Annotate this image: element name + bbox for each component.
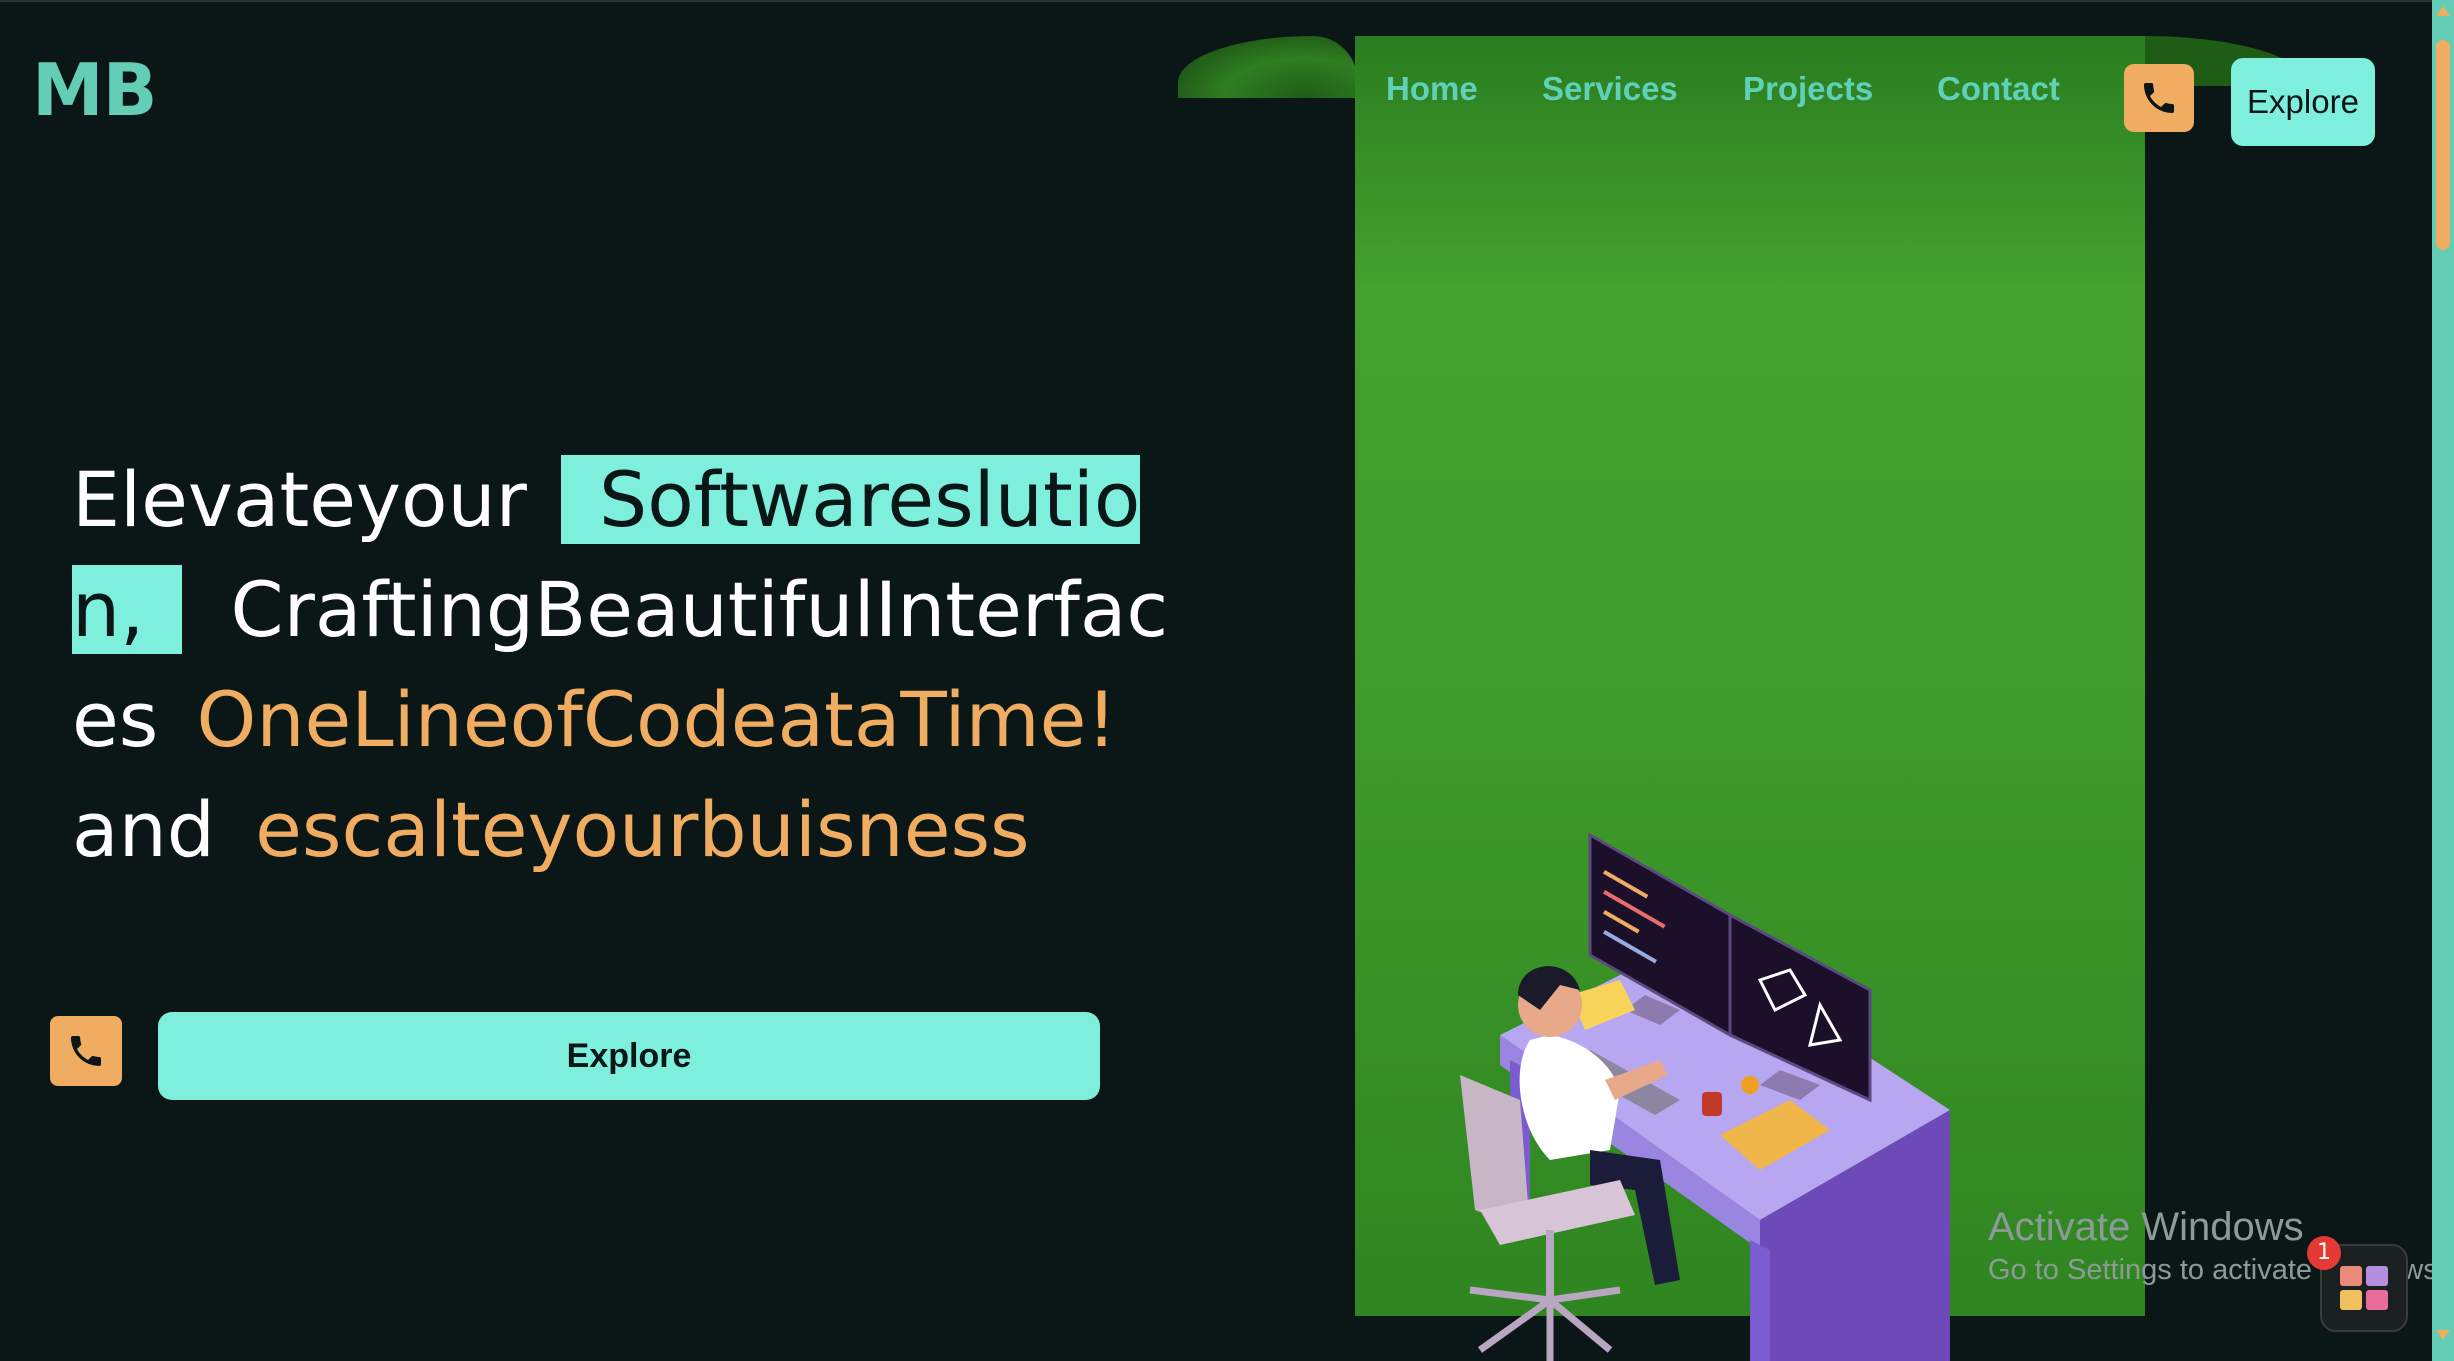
notification-badge: 1 — [2307, 1236, 2341, 1270]
headline-highlight: n, — [72, 565, 183, 654]
headline-text: and — [72, 785, 240, 874]
nav-home[interactable]: Home — [1386, 70, 1478, 108]
phone-icon — [2144, 83, 2174, 113]
scroll-up-arrow-icon[interactable] — [2436, 6, 2450, 16]
headline-text: Elevateyour — [72, 455, 552, 544]
headline-text: es — [72, 675, 183, 764]
headline-orange-text: OneLineofCodeataTime! — [196, 675, 1117, 764]
cta-call-button[interactable] — [50, 1016, 122, 1086]
headline-line-4: and escalteyourbuisness — [72, 775, 1030, 885]
brand-logo[interactable]: MB — [32, 48, 158, 132]
nav-projects[interactable]: Projects — [1743, 70, 1873, 108]
developer-illustration — [1460, 832, 1950, 1361]
nav-contact[interactable]: Contact — [1937, 70, 2060, 108]
scroll-down-arrow-icon[interactable] — [2436, 1330, 2450, 1340]
headline-highlight: Softwareslutio — [561, 455, 1141, 544]
nav-services[interactable]: Services — [1542, 70, 1678, 108]
headline-text: CraftingBeautifulInterfac — [230, 565, 1169, 654]
headline-line-2: n, CraftingBeautifulInterfac — [72, 555, 1168, 665]
nav-explore-button[interactable]: Explore — [2231, 58, 2375, 146]
nav-call-button[interactable] — [2124, 64, 2194, 132]
headline-line-1: Elevateyour Softwareslutio — [72, 445, 1141, 555]
headline-orange-text: escalteyourbuisness — [255, 785, 1030, 874]
phone-icon — [71, 1036, 101, 1066]
scrollbar-thumb[interactable] — [2436, 40, 2450, 250]
cta-explore-button[interactable]: Explore — [158, 1012, 1100, 1100]
headline-line-3: es OneLineofCodeataTime! — [72, 665, 1117, 775]
